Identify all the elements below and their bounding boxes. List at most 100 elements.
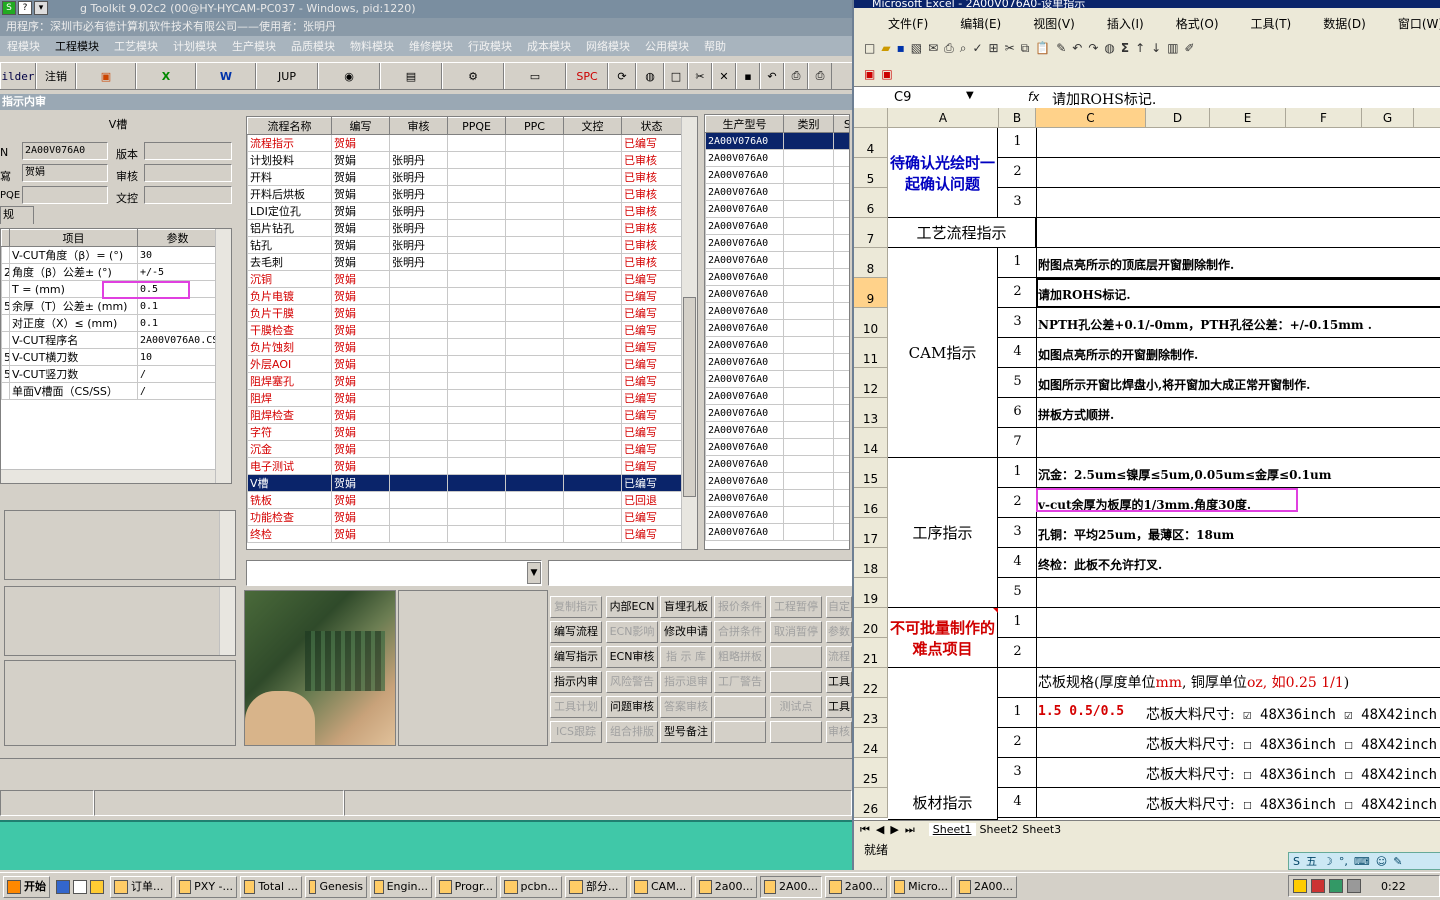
task-button-6[interactable]: pcbn... [500, 875, 562, 898]
ime-moon-icon[interactable]: ☽ [1323, 855, 1333, 868]
item-number[interactable]: 2 [999, 734, 1036, 749]
excel-icon[interactable]: X [136, 63, 196, 89]
item-number[interactable]: 2 [999, 284, 1036, 299]
refresh-icon[interactable]: ⟳ [608, 63, 636, 89]
flow-col-3[interactable]: PPQE [447, 117, 506, 135]
flow-scrollbar[interactable] [681, 117, 697, 549]
no-field[interactable]: 2A00V076A0 [22, 142, 108, 160]
item-number[interactable]: 6 [999, 404, 1036, 419]
model-row[interactable]: 2A00V076A0 [705, 523, 849, 541]
param-value[interactable]: 0.1 [137, 297, 218, 315]
ime-tools-icon[interactable]: ✎ [1393, 855, 1402, 868]
model-col-0[interactable]: 生产型号 [705, 115, 784, 133]
database-icon[interactable]: ▤ [380, 63, 442, 89]
flow-row[interactable]: 计划投料 贺娟 张明丹 已审核 [247, 151, 682, 169]
cmd-button-2-2[interactable]: 指 示 库 [660, 646, 712, 668]
new-icon[interactable]: □ [864, 41, 875, 55]
active-cell-c9[interactable] [1036, 278, 1440, 308]
logout-button[interactable]: 注销 [36, 63, 76, 89]
sheet-nav-arrows-icon[interactable]: ⏮◀▶⏭ [860, 823, 921, 837]
flow-col-1[interactable]: 编写 [331, 117, 390, 135]
row-header[interactable]: 4 [854, 128, 888, 158]
start-button[interactable]: 开始 [3, 875, 50, 898]
model-row[interactable]: 2A00V076A0 [705, 370, 849, 388]
param-value[interactable]: / [137, 365, 218, 383]
close-icon[interactable]: ✕ [712, 63, 736, 89]
row-header[interactable]: 7 [854, 218, 888, 248]
task-button-7[interactable]: 部分... [565, 875, 627, 898]
memo-1-scrollbar[interactable] [219, 511, 235, 579]
param-value[interactable]: +/-5 [137, 263, 218, 281]
flow-row[interactable]: 阻焊塞孔 贺娟 已编写 [247, 372, 682, 390]
instruction-text[interactable]: 孔铜：平均25um，最薄区：18um [1038, 526, 1234, 543]
flow-row[interactable]: LDI定位孔 贺娟 张明丹 已审核 [247, 202, 682, 220]
model-row[interactable]: 2A00V076A0 [705, 217, 849, 235]
globe-icon[interactable]: ◍ [636, 63, 664, 89]
cmd-button-5-5[interactable]: 审核 [826, 721, 852, 743]
ime-user-icon[interactable]: ☺ [1376, 855, 1387, 868]
model-row[interactable]: 2A00V076A0 [705, 489, 849, 507]
row-header[interactable]: 21 [854, 638, 888, 668]
task-button-11[interactable]: 2a00... [825, 875, 887, 898]
param-col-value[interactable]: 参数 [137, 229, 218, 247]
task-button-2[interactable]: Total ... [240, 875, 302, 898]
flow-row[interactable]: 去毛刺 贺娟 张明丹 已审核 [247, 253, 682, 271]
sheet-tab-1[interactable]: Sheet1 [928, 823, 976, 836]
formula-input[interactable]: 请加ROHS标记. [1052, 89, 1156, 109]
memo-pane-3[interactable] [4, 660, 236, 746]
item-number[interactable]: 1 [999, 134, 1036, 149]
menu-item-7[interactable]: 维修模块 [409, 38, 453, 54]
memo-pane-1[interactable] [4, 510, 236, 580]
param-row[interactable]: 5V-CUT横刀数10 [1, 348, 218, 366]
cmd-button-5-0[interactable]: ICS跟踪 [550, 721, 602, 743]
flow-row[interactable]: 功能检查 贺娟 已编写 [247, 508, 682, 526]
cmd-button-1-4[interactable]: 取消暂停 [770, 621, 822, 643]
item-number[interactable]: 1 [999, 614, 1036, 629]
checkbox-36-icon[interactable]: ☑ [1235, 707, 1260, 723]
model-row[interactable]: 2A00V076A0 [705, 472, 849, 490]
col-header-h[interactable] [1414, 108, 1440, 128]
core-spec-value[interactable]: 1.5 0.5/0.5 [1038, 704, 1124, 719]
model-row[interactable]: 2A00V076A0 [705, 183, 849, 201]
pdf-email-icon[interactable]: ▣ [881, 67, 892, 81]
item-number[interactable]: 2 [999, 164, 1036, 179]
cmd-button-1-2[interactable]: 修改申请 [660, 621, 712, 643]
builder-button[interactable]: ilder [0, 63, 36, 89]
help-icon[interactable]: ? [18, 1, 32, 15]
model-row[interactable]: 2A00V076A0 [705, 336, 849, 354]
checkbox-42-icon[interactable]: ☑ [1336, 707, 1361, 723]
col-header-f[interactable]: F [1286, 108, 1362, 128]
row-header[interactable]: 25 [854, 758, 888, 788]
permission-icon[interactable]: ▧ [911, 41, 922, 55]
view-eye-icon[interactable]: ◉ [318, 63, 380, 89]
memo-pane-2[interactable] [4, 586, 236, 656]
param-row[interactable]: V-CUT角度（β）= (°) 30 [1, 246, 218, 264]
sort-desc-icon[interactable]: ↓ [1151, 41, 1161, 55]
sort-asc-icon[interactable]: ↑ [1135, 41, 1145, 55]
item-number[interactable]: 5 [999, 374, 1036, 389]
model-col-2[interactable]: St [833, 115, 849, 133]
filter-combo-2[interactable] [548, 560, 852, 586]
row-header[interactable]: 20 [854, 608, 888, 638]
cmd-button-1-1[interactable]: ECN影响 [606, 621, 658, 643]
ime-punct-icon[interactable]: °, [1339, 855, 1348, 868]
item-number[interactable]: 1 [999, 464, 1036, 479]
combo-1-dropdown-icon[interactable]: ▼ [527, 562, 541, 584]
preview-icon[interactable]: ⎙ [784, 63, 808, 89]
cmd-button-3-3[interactable]: 工厂警告 [714, 671, 766, 693]
item-number[interactable]: 3 [999, 314, 1036, 329]
tray-icon-4[interactable] [1347, 879, 1361, 893]
row-header[interactable]: 12 [854, 368, 888, 398]
group-board[interactable]: 板材指示 [888, 668, 998, 820]
flow-col-2[interactable]: 审核 [389, 117, 448, 135]
cmd-button-1-0[interactable]: 编写流程 [550, 621, 602, 643]
ime-logo-icon[interactable]: S [1293, 855, 1300, 868]
row-header[interactable]: 18 [854, 548, 888, 578]
checkbox-36-icon[interactable]: ☐ [1235, 737, 1260, 753]
param-row[interactable]: 5V-CUT竖刀数/ [1, 365, 218, 383]
audit-field[interactable] [144, 164, 232, 182]
col-header-e[interactable]: E [1210, 108, 1286, 128]
model-row[interactable]: 2A00V076A0 [705, 200, 849, 218]
name-box-dropdown-icon[interactable]: ▼ [966, 90, 974, 101]
task-button-13[interactable]: 2A00... [955, 875, 1017, 898]
